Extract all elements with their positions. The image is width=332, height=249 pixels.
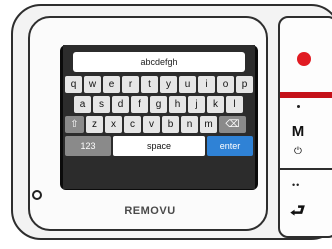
text-input-field[interactable]: abcdefgh bbox=[73, 52, 245, 72]
key-q[interactable]: q bbox=[65, 76, 82, 93]
key-k[interactable]: k bbox=[207, 96, 224, 113]
record-icon bbox=[297, 52, 311, 66]
key-h[interactable]: h bbox=[169, 96, 186, 113]
key-d[interactable]: d bbox=[112, 96, 129, 113]
key-c[interactable]: c bbox=[124, 116, 141, 133]
mode-label: M bbox=[291, 123, 305, 140]
key-z[interactable]: z bbox=[86, 116, 103, 133]
back-button[interactable]: •• ⮐ bbox=[280, 170, 332, 236]
key-x[interactable]: x bbox=[105, 116, 122, 133]
key-m[interactable]: m bbox=[200, 116, 217, 133]
keyboard-row-2: a s d f g h j k l bbox=[74, 96, 243, 113]
double-dot-indicator: •• bbox=[292, 180, 301, 190]
key-r[interactable]: r bbox=[122, 76, 139, 93]
key-u[interactable]: u bbox=[179, 76, 196, 93]
numbers-key[interactable]: 123 bbox=[65, 136, 111, 156]
key-l[interactable]: l bbox=[226, 96, 243, 113]
keyboard-row-1: q w e r t y u i o p bbox=[65, 76, 253, 93]
key-b[interactable]: b bbox=[162, 116, 179, 133]
key-s[interactable]: s bbox=[93, 96, 110, 113]
key-f[interactable]: f bbox=[131, 96, 148, 113]
key-v[interactable]: v bbox=[143, 116, 160, 133]
key-a[interactable]: a bbox=[74, 96, 91, 113]
key-p[interactable]: p bbox=[236, 76, 253, 93]
keyboard-row-3: ⇧ z x c v b n m ⌫ bbox=[65, 116, 246, 133]
brand-label: REMOVU bbox=[124, 205, 176, 217]
key-y[interactable]: y bbox=[160, 76, 177, 93]
back-arrow-icon: ⮐ bbox=[290, 201, 306, 220]
key-n[interactable]: n bbox=[181, 116, 198, 133]
camera-lens-indicator bbox=[32, 190, 42, 200]
shift-icon[interactable]: ⇧ bbox=[65, 116, 84, 133]
key-i[interactable]: i bbox=[198, 76, 215, 93]
enter-key[interactable]: enter bbox=[207, 136, 253, 156]
indicator-dot bbox=[297, 105, 300, 108]
mode-power-button[interactable]: M ⏻ bbox=[280, 98, 332, 170]
touch-screen: abcdefgh q w e r t y u i o p a s d f g h… bbox=[63, 45, 255, 189]
space-key[interactable]: space bbox=[113, 136, 205, 156]
backspace-icon[interactable]: ⌫ bbox=[219, 116, 246, 133]
key-j[interactable]: j bbox=[188, 96, 205, 113]
keyboard-row-4: 123 space enter bbox=[65, 136, 253, 156]
key-t[interactable]: t bbox=[141, 76, 158, 93]
key-g[interactable]: g bbox=[150, 96, 167, 113]
key-w[interactable]: w bbox=[84, 76, 101, 93]
record-button[interactable] bbox=[280, 22, 332, 94]
key-e[interactable]: e bbox=[103, 76, 120, 93]
key-o[interactable]: o bbox=[217, 76, 234, 93]
power-icon: ⏻ bbox=[294, 146, 302, 157]
